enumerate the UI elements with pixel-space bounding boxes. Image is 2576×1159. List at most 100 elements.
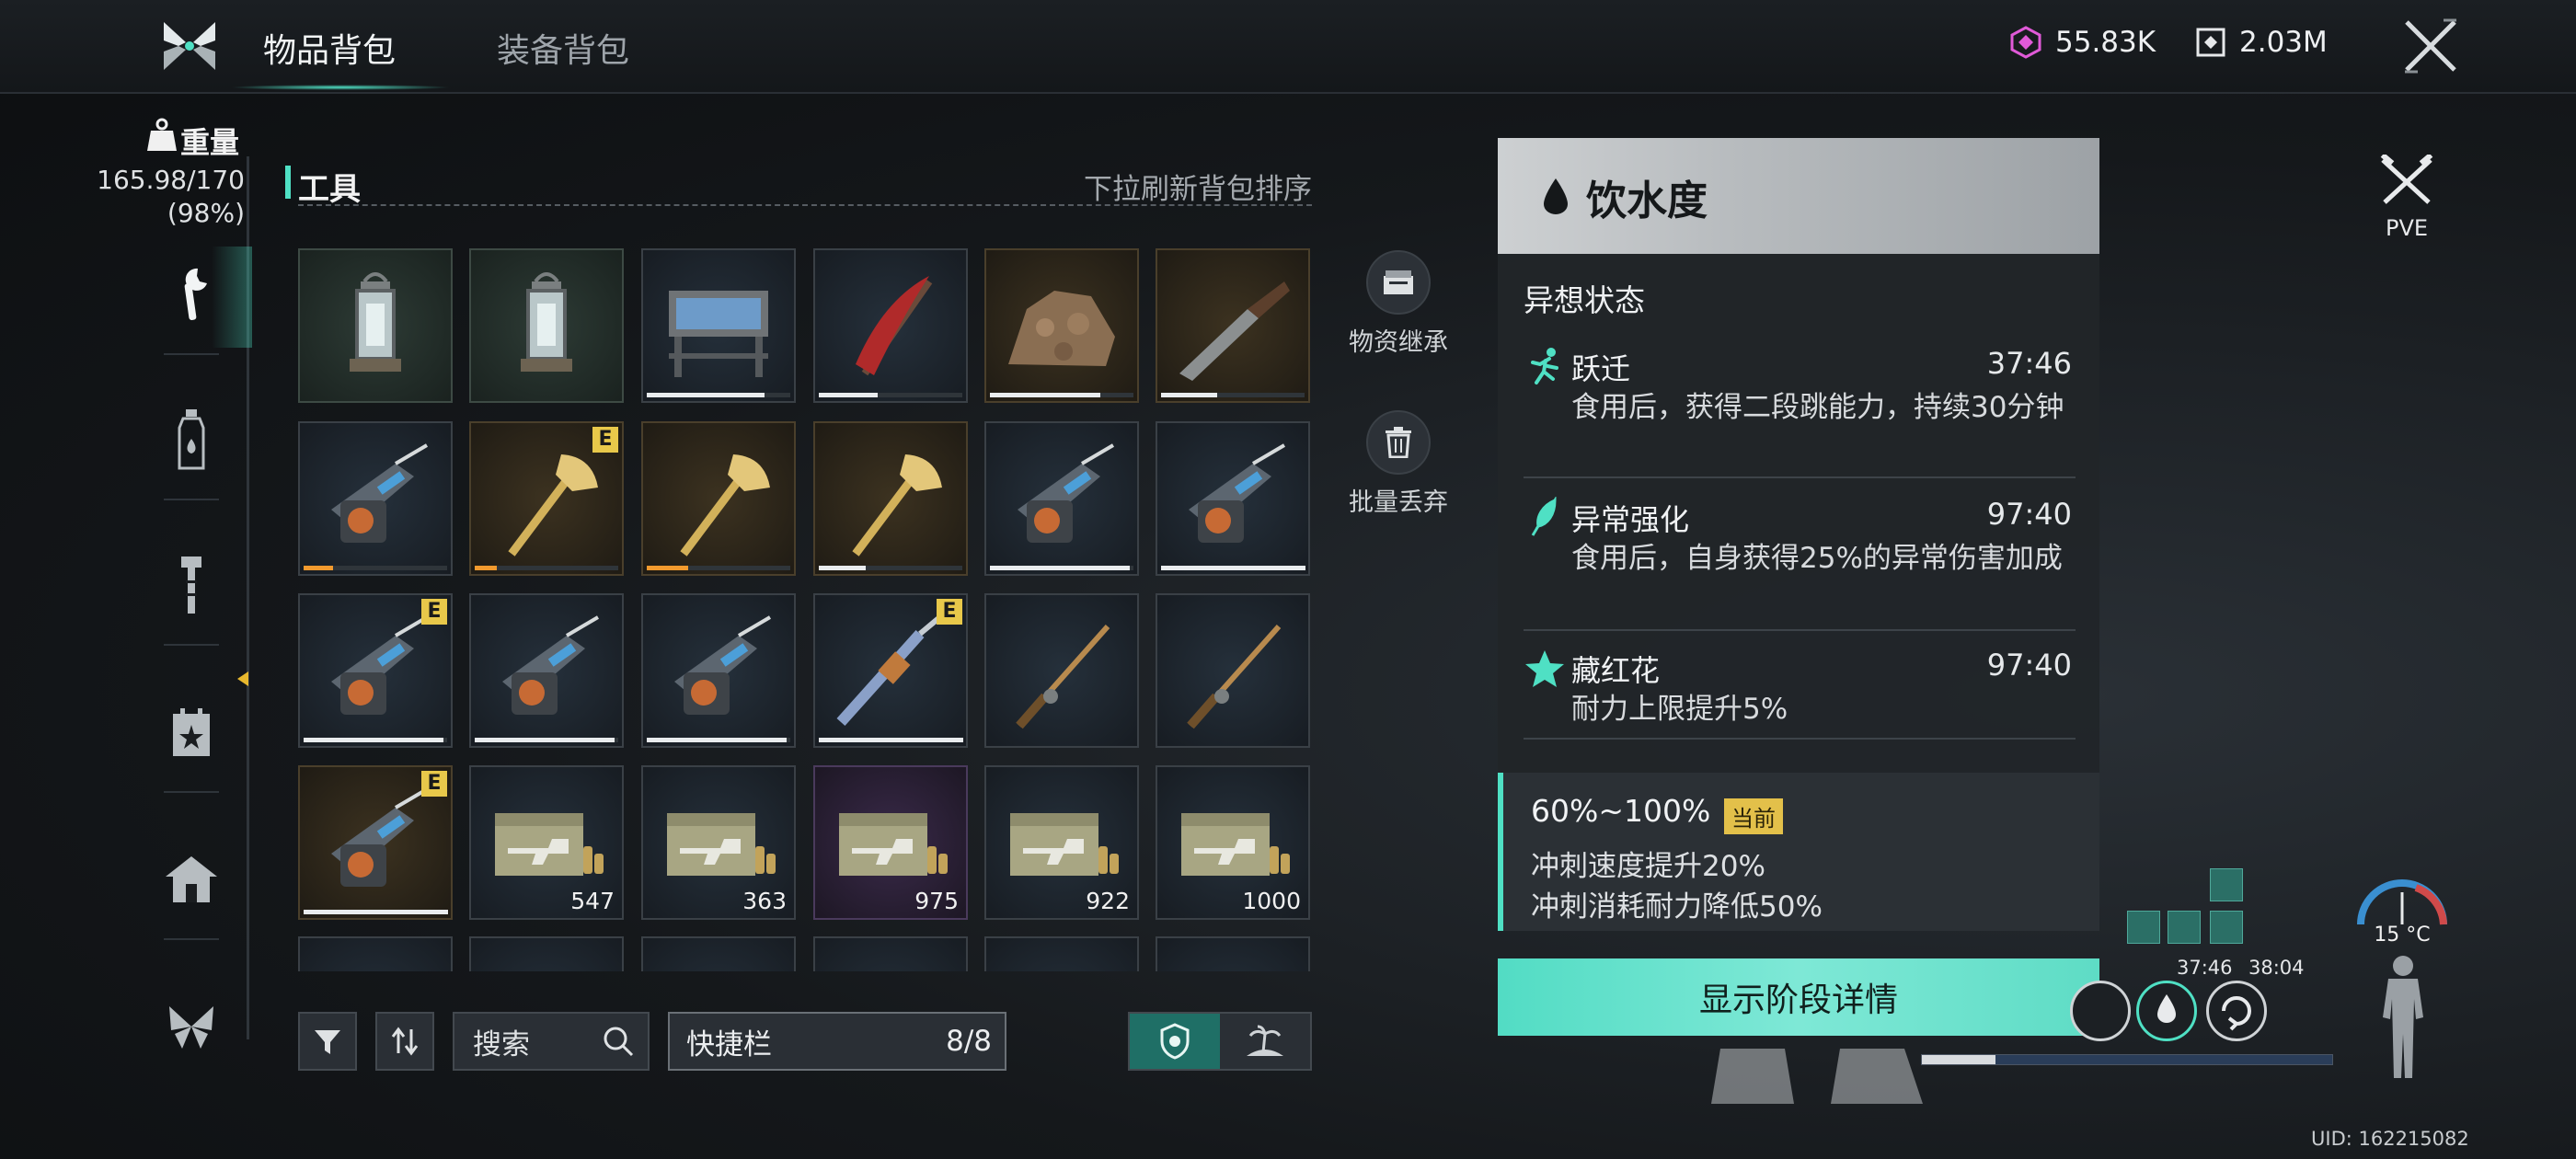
inventory-slot[interactable] <box>641 936 796 971</box>
trash-icon <box>1386 427 1411 458</box>
inventory-slot[interactable]: E <box>813 593 968 748</box>
durability-bar <box>819 738 963 742</box>
inventory-slot[interactable]: E <box>469 421 624 576</box>
section-accent <box>285 166 291 199</box>
pull-refresh-hint: 下拉刷新背包排序 <box>1084 173 1312 206</box>
inventory-slot[interactable] <box>298 936 453 971</box>
stamina-status-ring[interactable] <box>2206 981 2267 1041</box>
axe-icon <box>680 454 770 557</box>
effect-item: 藏红花 97:40 耐力上限提升5% <box>1524 648 2076 726</box>
inventory-slot[interactable] <box>1156 421 1310 576</box>
effect-name: 跃迁 <box>1571 351 1631 386</box>
stage-effect-line: 冲刺消耗耐力降低50% <box>1531 890 1823 924</box>
tab-equipment-bag[interactable]: 装备背包 <box>497 24 629 72</box>
show-stage-details-button[interactable]: 显示阶段详情 <box>1498 958 2099 1036</box>
inventory-slot[interactable] <box>641 421 796 576</box>
inventory-slot[interactable] <box>469 248 624 403</box>
category-events[interactable] <box>155 695 228 769</box>
inventory-slot[interactable]: E <box>298 593 453 748</box>
inventory-slot[interactable] <box>984 248 1139 403</box>
durability-bar <box>1161 393 1217 397</box>
item-quantity: 363 <box>742 888 787 914</box>
durability-bar <box>475 566 497 570</box>
inventory-slot[interactable]: 547 <box>469 765 624 920</box>
currency-crystal[interactable]: 55.83K <box>2009 26 2156 59</box>
inventory-slot[interactable] <box>984 593 1139 748</box>
effect-timer: 37:46 <box>1986 346 2072 381</box>
inherit-button-circle <box>1366 250 1431 315</box>
game-logo-icon <box>164 22 215 70</box>
effect-description: 耐力上限提升5% <box>1571 693 1788 726</box>
category-misc[interactable] <box>155 990 228 1063</box>
effect-description: 食用后，自身获得25%的异常伤害加成 <box>1571 542 2063 575</box>
buff-slot <box>2168 911 2201 944</box>
inventory-slot[interactable] <box>984 936 1139 971</box>
water-drop-icon <box>2157 994 2176 1023</box>
category-building[interactable] <box>155 843 228 916</box>
inventory-slot[interactable] <box>641 248 796 403</box>
discard-label: 批量丢弃 <box>1349 488 1448 517</box>
inventory-slot[interactable]: 975 <box>813 765 968 920</box>
stage-effect-line: 冲刺速度提升20% <box>1531 850 1765 883</box>
batch-discard-button[interactable]: 批量丢弃 <box>1334 410 1463 518</box>
status-ring[interactable] <box>2070 981 2131 1041</box>
durability-bar <box>990 566 1130 570</box>
quickbar-button[interactable]: 快捷栏 8/8 <box>668 1012 1006 1071</box>
inventory-slot[interactable] <box>298 248 453 403</box>
feather-icon <box>1531 497 1557 536</box>
backpack-mode-tab[interactable] <box>1130 1014 1220 1069</box>
buff-slot <box>2210 868 2243 901</box>
inventory-grid[interactable]: E E E E 547 363 975 922 1000 <box>298 248 1312 971</box>
hammer-icon <box>181 557 201 614</box>
search-input[interactable]: 搜索 <box>453 1012 650 1071</box>
item-quantity: 1000 <box>1242 888 1301 914</box>
storage-toggle[interactable] <box>1128 1012 1312 1071</box>
crystal-amount: 55.83K <box>2055 26 2156 59</box>
inventory-slot[interactable] <box>1156 936 1310 971</box>
weight-icon <box>147 118 177 151</box>
inventory-slot[interactable] <box>813 421 968 576</box>
island-mode-tab[interactable] <box>1220 1014 1310 1069</box>
section-title: 异想状态 <box>1524 282 1645 318</box>
category-separator <box>164 938 219 940</box>
inventory-slot[interactable] <box>1156 593 1310 748</box>
header-divider <box>298 204 1312 206</box>
effect-timer: 97:40 <box>1986 497 2072 532</box>
buff-timer: 38:04 <box>2248 957 2305 979</box>
inventory-slot[interactable] <box>469 936 624 971</box>
equipped-badge: E <box>421 771 447 797</box>
pickaxe-icon <box>856 276 933 376</box>
category-separator <box>164 791 219 793</box>
inventory-slot[interactable] <box>813 936 968 971</box>
currency-token[interactable]: 2.03M <box>2195 26 2328 59</box>
effect-divider <box>1524 738 2076 740</box>
inherit-supplies-button[interactable]: 物资继承 <box>1334 250 1463 358</box>
effect-name: 异常强化 <box>1571 502 1690 537</box>
inventory-slot[interactable]: 922 <box>984 765 1139 920</box>
water-status-ring[interactable] <box>2136 981 2197 1041</box>
inventory-slot[interactable] <box>469 593 624 748</box>
close-icon[interactable] <box>2401 17 2460 75</box>
panel-header: 饮水度 <box>1498 138 2099 254</box>
water-drop-icon <box>1544 178 1568 214</box>
quickbar-count: 8/8 <box>946 1025 992 1058</box>
tab-item-bag[interactable]: 物品背包 <box>263 24 396 72</box>
inventory-slot[interactable]: 1000 <box>1156 765 1310 920</box>
inventory-slot[interactable] <box>1156 248 1310 403</box>
durability-bar <box>819 566 866 570</box>
inventory-slot[interactable] <box>984 421 1139 576</box>
durability-bar <box>647 566 688 570</box>
chainsaw-icon <box>1189 443 1286 543</box>
filter-button[interactable] <box>298 1012 357 1071</box>
category-tools[interactable] <box>155 258 228 331</box>
pve-mode-indicator[interactable]: PVE <box>2374 153 2440 241</box>
category-consumables[interactable] <box>155 403 228 476</box>
inventory-slot[interactable] <box>641 593 796 748</box>
inventory-slot[interactable] <box>298 421 453 576</box>
inventory-slot[interactable]: 363 <box>641 765 796 920</box>
sort-button[interactable] <box>375 1012 434 1071</box>
category-materials[interactable] <box>155 548 228 622</box>
inventory-slot[interactable] <box>813 248 968 403</box>
inventory-slot[interactable]: E <box>298 765 453 920</box>
chainsaw-icon <box>674 615 772 715</box>
